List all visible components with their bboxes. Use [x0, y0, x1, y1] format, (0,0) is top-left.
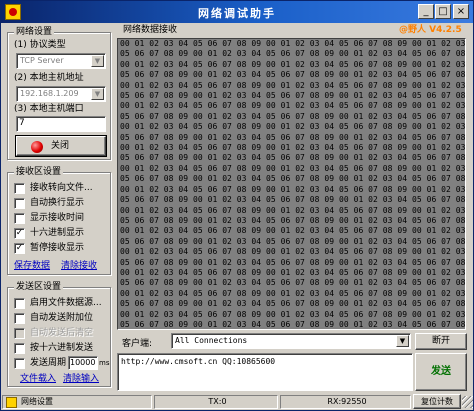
minimize-button[interactable]: _ — [418, 4, 434, 19]
load-file-link[interactable]: 文件载入 — [20, 374, 56, 385]
checkbox[interactable] — [14, 343, 25, 354]
recv-option-label: 接收转向文件... — [30, 183, 93, 193]
hex-line: 00 01 02 03 04 05 06 07 08 09 00 01 02 0… — [120, 59, 466, 69]
status-text: 网络设置 — [21, 397, 53, 406]
recv-settings-title: 接收区设置 — [14, 167, 64, 178]
send-settings-title: 发送区设置 — [14, 282, 64, 293]
net-settings-title: 网络设置 — [14, 27, 55, 38]
hex-line: 05 06 07 08 09 00 01 02 03 04 05 06 07 0… — [120, 278, 466, 288]
recv-settings-group: 接收区设置 接收转向文件... 自动换行显示 显示接收时间 ✓ 十六进制显示 ✓… — [7, 167, 111, 275]
maximize-button[interactable]: □ — [435, 4, 451, 19]
hex-line: 00 01 02 03 04 05 06 07 08 09 00 01 02 0… — [120, 267, 466, 277]
status-cell: 网络设置 — [2, 395, 152, 409]
remote-client-label: 客户端: — [122, 339, 153, 349]
tx-counter: TX:0 — [154, 395, 278, 409]
hex-line: 00 01 02 03 04 05 06 07 08 09 00 01 02 0… — [120, 101, 466, 111]
checkbox-disabled — [14, 328, 25, 339]
recv-area-title: 网络数据接收 — [123, 25, 178, 35]
host-port-input[interactable]: 7 — [16, 116, 106, 132]
hex-line: 05 06 07 08 09 00 01 02 03 04 05 06 07 0… — [120, 319, 466, 329]
checkbox-checked[interactable]: ✓ — [14, 228, 25, 239]
hex-line: 05 06 07 08 09 00 01 02 03 04 05 06 07 0… — [120, 215, 466, 225]
host-ip-label: (2) 本地主机地址 — [14, 73, 84, 83]
hex-line: 05 06 07 08 09 00 01 02 03 04 05 06 07 0… — [120, 49, 466, 59]
recv-option-label: 暂停接收显示 — [30, 243, 85, 253]
protocol-label: (1) 协议类型 — [14, 40, 66, 50]
hex-line: 00 01 02 03 04 05 06 07 08 09 00 01 02 0… — [120, 205, 466, 215]
close-connection-label: 关闭 — [51, 141, 70, 151]
hex-line: 05 06 07 08 09 00 01 02 03 04 05 06 07 0… — [120, 153, 466, 163]
hex-line: 05 06 07 08 09 00 01 02 03 04 05 06 07 0… — [120, 111, 466, 121]
recv-option-label: 自动换行显示 — [30, 198, 85, 208]
rx-counter: RX:92550 — [280, 395, 411, 409]
disconnect-button[interactable]: 断开 — [415, 333, 467, 350]
hex-line: 00 01 02 03 04 05 06 07 08 09 00 01 02 0… — [120, 184, 466, 194]
checkbox[interactable] — [14, 198, 25, 209]
hex-line: 00 01 02 03 04 05 06 07 08 09 00 01 02 0… — [120, 309, 466, 319]
hex-line: 05 06 07 08 09 00 01 02 03 04 05 06 07 0… — [120, 299, 466, 309]
recv-option-label: 显示接收时间 — [30, 213, 85, 223]
app-window: 网络调试助手 _ □ × 网络设置 (1) 协议类型 TCP Server ▼ … — [0, 0, 474, 411]
host-ip-select[interactable]: 192.168.1.209 ▼ — [16, 86, 106, 102]
hex-line: 00 01 02 03 04 05 06 07 08 09 00 01 02 0… — [120, 80, 466, 90]
hex-line: 00 01 02 03 04 05 06 07 08 09 00 01 02 0… — [120, 163, 466, 173]
reset-count-button[interactable]: 复位计数 — [413, 394, 461, 409]
recv-option-label: 十六进制显示 — [30, 228, 85, 238]
hex-line: 05 06 07 08 09 00 01 02 03 04 05 06 07 0… — [120, 195, 466, 205]
hex-line: 00 01 02 03 04 05 06 07 08 09 00 01 02 0… — [120, 39, 466, 48]
resize-grip-icon[interactable] — [462, 396, 473, 408]
version-label: @野人 V4.2.5 — [399, 25, 462, 35]
hex-line: 05 06 07 08 09 00 01 02 03 04 05 06 07 0… — [120, 174, 466, 184]
send-button[interactable]: 发送 — [415, 353, 467, 391]
save-data-link[interactable]: 保存数据 — [14, 261, 50, 272]
hex-line: 00 01 02 03 04 05 06 07 08 09 00 01 02 0… — [120, 122, 466, 132]
send-textarea[interactable]: http://www.cmsoft.cn QQ:10865600 — [117, 353, 413, 391]
checkbox[interactable] — [14, 213, 25, 224]
net-settings-group: 网络设置 (1) 协议类型 TCP Server ▼ (2) 本地主机地址 19… — [7, 27, 111, 160]
chevron-down-icon[interactable]: ▼ — [91, 55, 104, 67]
recv-data-textarea[interactable]: 00 01 02 03 04 05 06 07 08 09 00 01 02 0… — [117, 38, 466, 330]
hex-line: 05 06 07 08 09 00 01 02 03 04 05 06 07 0… — [120, 132, 466, 142]
send-option-label: 自动发送附加位 — [30, 313, 94, 323]
checkbox[interactable] — [14, 298, 25, 309]
checkbox-checked[interactable]: ✓ — [14, 243, 25, 254]
chevron-down-icon[interactable]: ▼ — [396, 335, 409, 347]
close-window-button[interactable]: × — [453, 4, 469, 19]
send-option-label: 启用文件数据源... — [30, 298, 102, 308]
send-period-label: 发送周期 — [30, 358, 67, 368]
checkbox[interactable] — [14, 358, 25, 369]
send-settings-group: 发送区设置 启用文件数据源... 自动发送附加位 自动发送后清空 按十六进制发送… — [7, 282, 111, 387]
protocol-select[interactable]: TCP Server ▼ — [16, 53, 106, 69]
protocol-value: TCP Server — [20, 56, 64, 65]
checkbox[interactable] — [14, 313, 25, 324]
hex-line: 00 01 02 03 04 05 06 07 08 09 00 01 02 0… — [120, 143, 466, 153]
status-bar: 网络设置 TX:0 RX:92550 复位计数 — [2, 394, 473, 410]
hex-line: 00 01 02 03 04 05 06 07 08 09 00 01 02 0… — [120, 288, 466, 298]
hex-line: 05 06 07 08 09 00 01 02 03 04 05 06 07 0… — [120, 70, 466, 80]
hex-line: 05 06 07 08 09 00 01 02 03 04 05 06 07 0… — [120, 91, 466, 101]
hex-line: 00 01 02 03 04 05 06 07 08 09 00 01 02 0… — [120, 226, 466, 236]
send-period-unit: ms — [99, 359, 110, 367]
chevron-down-icon[interactable]: ▼ — [91, 88, 104, 100]
hex-lines: 00 01 02 03 04 05 06 07 08 09 00 01 02 0… — [118, 39, 466, 329]
hex-line: 05 06 07 08 09 00 01 02 03 04 05 06 07 0… — [120, 236, 466, 246]
host-ip-value: 192.168.1.209 — [20, 89, 79, 98]
send-text: http://www.cmsoft.cn QQ:10865600 — [121, 357, 276, 366]
window-title: 网络调试助手 — [198, 7, 276, 20]
status-icon — [6, 397, 17, 408]
host-port-label: (3) 本地主机端口 — [14, 104, 84, 114]
hex-line: 00 01 02 03 04 05 06 07 08 09 00 01 02 0… — [120, 247, 466, 257]
led-icon — [31, 141, 43, 153]
send-period-input[interactable]: 10000 — [68, 356, 98, 370]
hex-line: 05 06 07 08 09 00 01 02 03 04 05 06 07 0… — [120, 257, 466, 267]
remote-client-select[interactable]: All Connections ▼ — [171, 333, 411, 349]
close-connection-button[interactable]: 关闭 — [15, 135, 107, 157]
send-option-label: 按十六进制发送 — [30, 343, 94, 353]
checkbox[interactable] — [14, 183, 25, 194]
title-bar[interactable]: 网络调试助手 _ □ × — [1, 1, 473, 23]
clear-input-link[interactable]: 清除输入 — [63, 374, 99, 385]
remote-client-value: All Connections — [175, 336, 248, 345]
clear-recv-link[interactable]: 清除接收 — [61, 261, 97, 272]
send-option-label: 自动发送后清空 — [30, 328, 94, 338]
